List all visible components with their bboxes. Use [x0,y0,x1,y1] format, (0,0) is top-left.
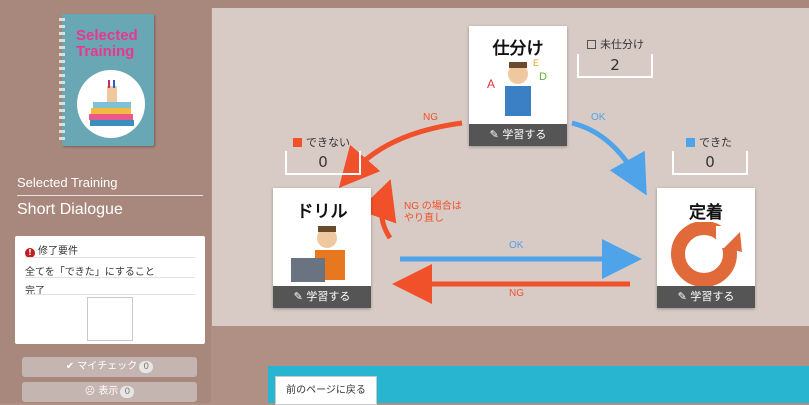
smiley-icon: ☹ [84,386,96,397]
cover-books-illustration [77,70,145,138]
person-at-laptop-icon [291,226,345,282]
drill-study-button[interactable]: ✎ 学習する [273,286,371,308]
course-cover-image: Selected Training [59,14,154,146]
svg-text:A: A [487,77,495,91]
can-label: できた [686,134,732,150]
sidebar: Selected Training Selected Training Shor… [0,0,211,403]
cover-title: Selected Training [76,27,138,60]
cannot-label: できない [293,134,350,150]
unsorted-count: 2 [577,54,653,78]
drill-title: ドリル [296,202,348,222]
requirement-description: 全てを「できた」にすること [25,267,155,278]
note-count-badge: 0 [120,386,135,398]
completion-stamp-box [87,297,133,341]
retry-label: NG の場合は やり直し [404,201,462,224]
ng-label-fixed: NG [509,288,524,299]
books-icon [89,80,134,126]
spiral-binding [59,18,65,142]
retry-arrow [358,179,397,240]
svg-text:D: D [539,71,547,83]
svg-text:E: E [533,58,539,68]
sorting-person-icon: A D E [487,58,547,116]
ok-arrow-sort-to-fixed [571,120,647,196]
mycheck-button[interactable]: ✔ マイチェック 0 [22,357,197,377]
course-label: Selected Training [17,175,118,190]
blue-square-icon [686,138,695,147]
requirement-header: ! 修了要件 [25,242,78,258]
ok-label-drill: OK [509,240,524,251]
ok-label-sort: OK [591,112,606,123]
sort-study-button[interactable]: ✎ 学習する [469,124,567,146]
divider [25,277,195,278]
can-count: 0 [672,151,748,175]
sort-title: 仕分け [492,39,544,59]
pencil-icon: ✎ [489,128,499,141]
red-square-icon [293,138,302,147]
sort-card: 仕分け A D E ✎ 学習する [469,26,567,146]
back-button[interactable]: 前のページに戻る [275,376,377,405]
lesson-title: Short Dialogue [17,201,123,218]
drill-card: ドリル ✎ 学習する [273,188,371,308]
ng-arrow-sort-to-drill [338,120,463,189]
divider [17,195,203,196]
cannot-count: 0 [285,151,361,175]
completion-requirement-panel: ! 修了要件 全てを「できた」にすること 完了 [15,236,205,344]
fixed-title: 定着 [689,203,723,223]
unsorted-label: 未仕分け [587,36,644,52]
ng-label-sort: NG [423,112,438,123]
note-button[interactable]: ☹ 表示 0 [22,382,197,402]
divider [25,257,195,258]
fixed-card: 定着 ✎ 学習する [657,188,755,308]
mycheck-count-badge: 0 [139,361,154,373]
retention-cycle-icon [671,222,746,286]
pencil-icon: ✎ [677,290,687,303]
fixed-study-button[interactable]: ✎ 学習する [657,286,755,308]
training-cycle-panel: NG OK NG の場合は やり直し OK NG 仕分け A D E ✎ 学習す… [212,8,809,326]
check-icon: ✔ [65,361,75,372]
pencil-icon: ✎ [293,290,303,303]
divider [25,294,195,295]
empty-square-icon [587,40,596,49]
